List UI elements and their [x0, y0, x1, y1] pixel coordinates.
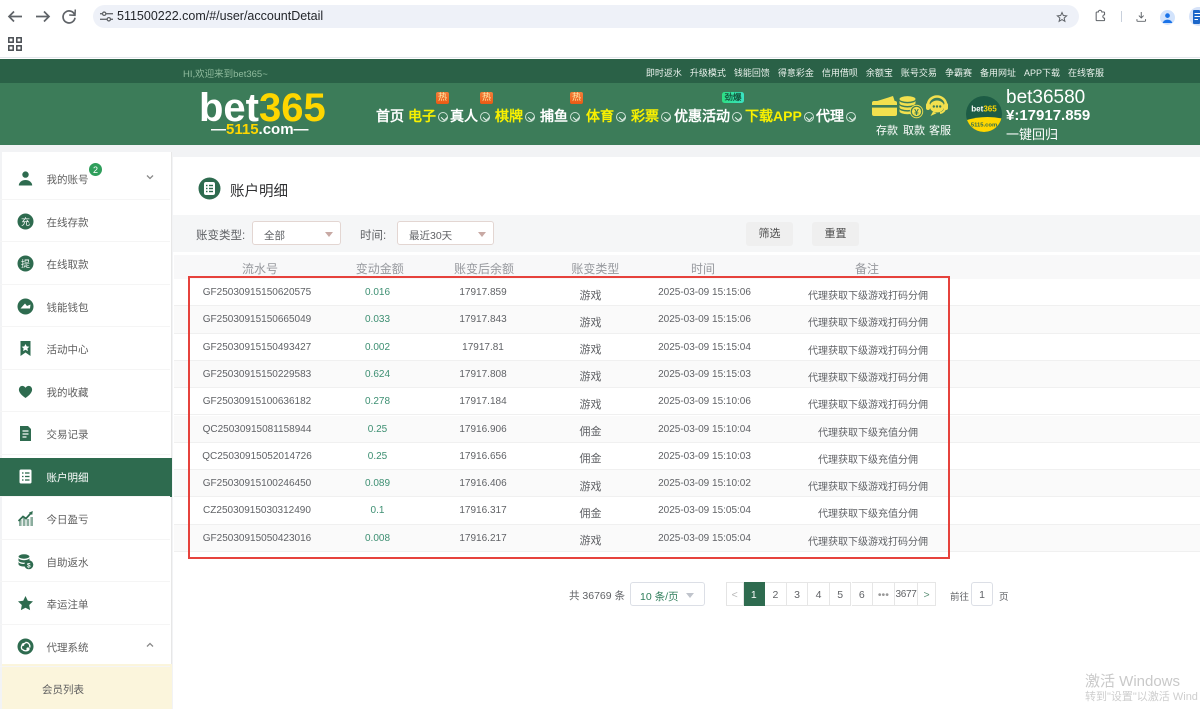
svg-text:$: $ — [27, 562, 31, 569]
svg-text:5115.com: 5115.com — [971, 123, 997, 129]
svg-text:提: 提 — [21, 259, 30, 269]
svg-text:充: 充 — [21, 216, 30, 227]
svg-text:¥: ¥ — [914, 107, 919, 117]
svg-text:bet365: bet365 — [971, 104, 997, 113]
